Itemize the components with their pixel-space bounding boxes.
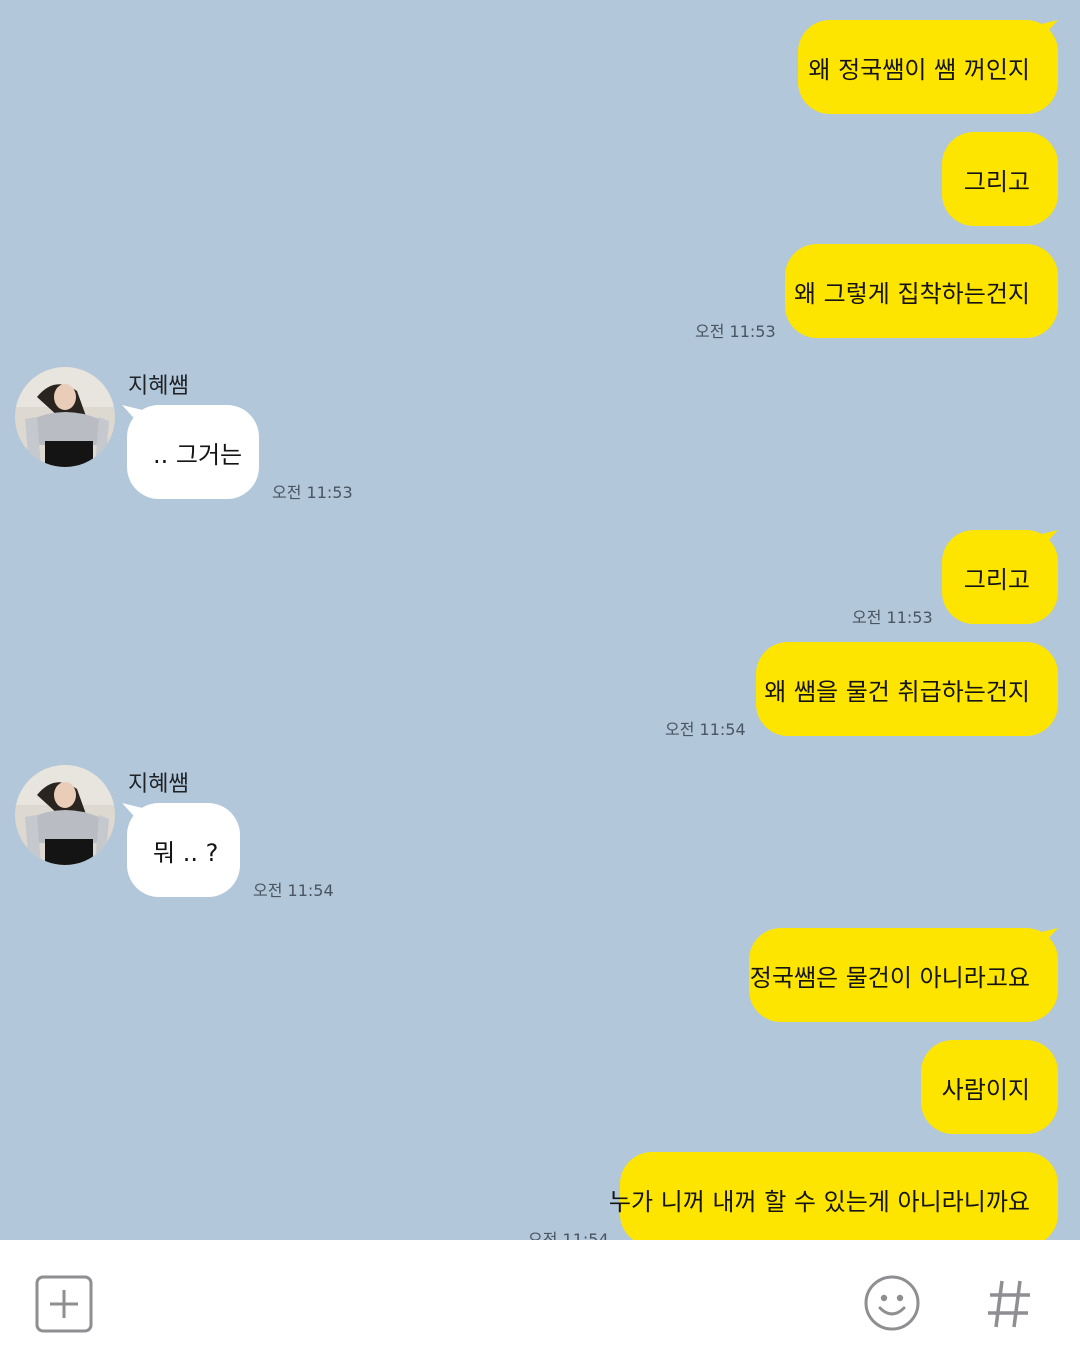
message-text: 뭐 .. ?	[153, 838, 219, 867]
message-text: 그리고	[963, 565, 1030, 594]
outgoing-message-bubble[interactable]: 왜 그렇게 집착하는건지	[785, 244, 1058, 338]
hashtag-icon[interactable]	[986, 1278, 1032, 1330]
contact-avatar[interactable]	[15, 367, 115, 467]
contact-avatar[interactable]	[15, 765, 115, 865]
outgoing-message-bubble[interactable]: 왜 정국쌤이 쌤 꺼인지	[798, 20, 1058, 114]
chat-area: 왜 정국쌤이 쌤 꺼인지 그리고 왜 그렇게 집착하는건지 오전 11:53 지…	[0, 0, 1080, 1240]
sender-name: 지혜쌤	[128, 374, 189, 399]
message-timestamp: 오전 11:54	[665, 720, 746, 739]
message-text: 누가 니꺼 내꺼 할 수 있는게 아니라니까요	[608, 1187, 1030, 1216]
emoji-icon[interactable]	[862, 1273, 922, 1333]
message-input-bar	[0, 1240, 1080, 1366]
message-text: 사람이지	[941, 1075, 1030, 1104]
avatar-photo	[15, 367, 115, 467]
message-text: 왜 정국쌤이 쌤 꺼인지	[808, 55, 1030, 84]
message-text: 그리고	[963, 167, 1030, 196]
outgoing-message-bubble[interactable]: 정국쌤은 물건이 아니라고요	[749, 928, 1058, 1022]
message-timestamp: 오전 11:53	[695, 322, 776, 341]
outgoing-message-bubble[interactable]: 그리고	[942, 132, 1058, 226]
message-text: 왜 그렇게 집착하는건지	[793, 279, 1030, 308]
message-timestamp: 오전 11:53	[852, 608, 933, 627]
message-timestamp: 오전 11:54	[528, 1230, 609, 1240]
message-text: 정국쌤은 물건이 아니라고요	[749, 963, 1030, 992]
outgoing-message-bubble[interactable]: 왜 쌤을 물건 취급하는건지	[756, 642, 1058, 736]
avatar-photo	[15, 765, 115, 865]
plus-icon[interactable]	[35, 1275, 93, 1333]
message-timestamp: 오전 11:53	[272, 483, 353, 502]
message-timestamp: 오전 11:54	[253, 881, 334, 900]
sender-name: 지혜쌤	[128, 772, 189, 797]
message-text: .. 그거는	[153, 440, 243, 469]
outgoing-message-bubble[interactable]: 누가 니꺼 내꺼 할 수 있는게 아니라니까요	[609, 1152, 1058, 1240]
message-text: 왜 쌤을 물건 취급하는건지	[764, 677, 1030, 706]
outgoing-message-bubble[interactable]: 사람이지	[921, 1040, 1058, 1134]
